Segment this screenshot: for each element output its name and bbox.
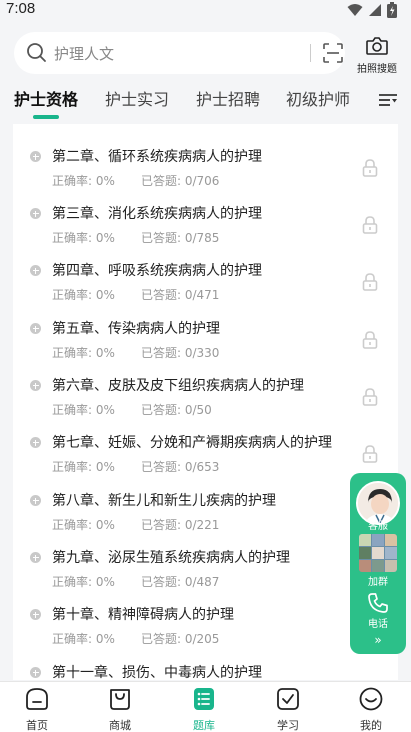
chapter-accuracy: 正确率: 0% (52, 632, 115, 646)
chapter-accuracy: 正确率: 0% (52, 403, 115, 417)
lock-icon (362, 388, 378, 406)
search-icon (27, 43, 46, 62)
chapter-title: 第三章、消化系统疾病病人的护理 (52, 206, 262, 222)
signal-icon (369, 4, 381, 16)
lock-icon (362, 445, 378, 463)
chapter-accuracy: 正确率: 0% (52, 288, 115, 302)
chapter-accuracy: 正确率: 0% (52, 575, 115, 589)
nav-shop[interactable]: 商城 (90, 686, 150, 732)
chapter-answered: 已答题: 0/205 (141, 632, 220, 646)
group-qr-thumbnail[interactable] (359, 534, 397, 572)
chapter-title: 第四章、呼吸系统疾病病人的护理 (52, 263, 262, 279)
expand-plus-icon[interactable] (30, 609, 41, 620)
tab-menu-icon[interactable] (378, 91, 398, 109)
nav-question-bank[interactable]: 题库 (174, 686, 234, 732)
chapter-answered: 已答题: 0/50 (141, 403, 212, 417)
nav-home[interactable]: 首页 (7, 686, 67, 732)
chapter-item[interactable]: 第十章、精神障碍病人的护理 正确率: 0% 已答题: 0/205 (13, 591, 398, 648)
expand-plus-icon[interactable] (30, 437, 41, 448)
chapter-title: 第六章、皮肤及皮下组织疾病病人的护理 (52, 378, 304, 394)
active-tab-indicator (33, 115, 59, 119)
photo-search-label: 拍照搜题 (357, 64, 397, 75)
chapter-accuracy: 正确率: 0% (52, 346, 115, 360)
lock-icon (362, 159, 378, 177)
lock-icon (362, 216, 378, 234)
chapter-answered: 已答题: 0/785 (141, 231, 220, 245)
collapse-arrows-icon[interactable]: » (350, 633, 406, 647)
tab-junior-nurse[interactable]: 初级护师 (286, 86, 350, 110)
join-group-label[interactable]: 加群 (350, 573, 406, 588)
profile-smile-icon (359, 687, 383, 711)
chapter-answered: 已答题: 0/330 (141, 346, 220, 360)
status-icons (347, 2, 397, 18)
chapter-answered: 已答题: 0/221 (141, 518, 220, 532)
bottom-nav: 首页 商城 题库 学习 我的 (0, 681, 411, 732)
chapter-title: 第十章、精神障碍病人的护理 (52, 607, 234, 623)
chapter-item[interactable]: 第三章、消化系统疾病病人的护理 正确率: 0% 已答题: 0/785 (13, 190, 398, 247)
phone-label[interactable]: 电话 (350, 615, 406, 630)
chapter-title: 第十一章、损伤、中毒病人的护理 (52, 665, 262, 680)
contact-float-panel: 客服 加群 电话 » (350, 473, 406, 654)
nav-profile[interactable]: 我的 (341, 686, 401, 732)
photo-search-button[interactable]: 拍照搜题 (352, 36, 402, 75)
chapter-answered: 已答题: 0/487 (141, 575, 220, 589)
expand-plus-icon[interactable] (30, 667, 41, 678)
chapter-answered: 已答题: 0/706 (141, 174, 220, 188)
battery-icon (387, 2, 397, 18)
category-tabs: 护士资格 护士实习 护士招聘 初级护师 (0, 86, 411, 120)
nav-study-label: 学习 (277, 719, 299, 732)
chapter-accuracy: 正确率: 0% (52, 460, 115, 474)
nav-question-bank-label: 题库 (193, 719, 215, 732)
wifi-icon (347, 4, 363, 16)
question-bank-icon (194, 688, 214, 710)
expand-plus-icon[interactable] (30, 265, 41, 276)
camera-icon (366, 37, 388, 55)
chapter-title: 第七章、妊娠、分娩和产褥期疾病病人的护理 (52, 435, 332, 451)
chapter-answered: 已答题: 0/471 (141, 288, 220, 302)
chapter-answered: 已答题: 0/653 (141, 460, 220, 474)
chapter-title: 第九章、泌尿生殖系统疾病病人的护理 (52, 550, 290, 566)
chapter-title: 第八章、新生儿和新生儿疾病的护理 (52, 493, 276, 509)
chapter-item[interactable]: 第六章、皮肤及皮下组织疾病病人的护理 正确率: 0% 已答题: 0/50 (13, 362, 398, 419)
search-input[interactable]: 护理人文 (54, 43, 114, 64)
expand-plus-icon[interactable] (30, 323, 41, 334)
chapter-item[interactable]: 第四章、呼吸系统疾病病人的护理 正确率: 0% 已答题: 0/471 (13, 247, 398, 304)
chapter-title: 第五章、传染病病人的护理 (52, 321, 220, 337)
nav-home-label: 首页 (26, 719, 48, 732)
chapter-accuracy: 正确率: 0% (52, 231, 115, 245)
chapter-item[interactable]: 第八章、新生儿和新生儿疾病的护理 正确率: 0% 已答题: 0/221 (13, 477, 398, 534)
lock-icon (362, 331, 378, 349)
home-icon (26, 688, 48, 710)
study-check-icon (277, 688, 299, 710)
search-divider (310, 44, 311, 62)
chapter-list: 第二章、循环系统疾病病人的护理 正确率: 0% 已答题: 0/706 第三章、消… (13, 124, 398, 680)
chapter-item[interactable]: 第二章、循环系统疾病病人的护理 正确率: 0% 已答题: 0/706 (13, 133, 398, 190)
tab-nurse-qualification[interactable]: 护士资格 (14, 86, 78, 110)
expand-plus-icon[interactable] (30, 495, 41, 506)
status-bar: 7:08 (0, 0, 411, 22)
lock-icon (362, 273, 378, 291)
expand-plus-icon[interactable] (30, 380, 41, 391)
nav-profile-label: 我的 (360, 719, 382, 732)
chapter-item[interactable]: 第五章、传染病病人的护理 正确率: 0% 已答题: 0/330 (13, 305, 398, 362)
chapter-title: 第二章、循环系统疾病病人的护理 (52, 149, 262, 165)
nav-shop-label: 商城 (109, 719, 131, 732)
search-box[interactable]: 护理人文 (14, 32, 345, 74)
chapter-accuracy: 正确率: 0% (52, 518, 115, 532)
chapter-accuracy: 正确率: 0% (52, 174, 115, 188)
chapter-item[interactable]: 第十一章、损伤、中毒病人的护理 (13, 649, 398, 680)
chapter-item[interactable]: 第九章、泌尿生殖系统疾病病人的护理 正确率: 0% 已答题: 0/487 (13, 534, 398, 591)
expand-plus-icon[interactable] (30, 151, 41, 162)
expand-plus-icon[interactable] (30, 552, 41, 563)
tab-nurse-internship[interactable]: 护士实习 (105, 86, 169, 110)
scan-icon[interactable] (322, 42, 344, 64)
chapter-item[interactable]: 第七章、妊娠、分娩和产褥期疾病病人的护理 正确率: 0% 已答题: 0/653 (13, 419, 398, 476)
nav-study[interactable]: 学习 (258, 686, 318, 732)
tab-nurse-recruitment[interactable]: 护士招聘 (196, 86, 260, 110)
expand-plus-icon[interactable] (30, 208, 41, 219)
teacher-label[interactable]: 客服 (350, 517, 406, 532)
phone-icon[interactable] (367, 592, 389, 614)
status-time: 7:08 (6, 0, 36, 17)
shop-bag-icon (110, 689, 130, 710)
